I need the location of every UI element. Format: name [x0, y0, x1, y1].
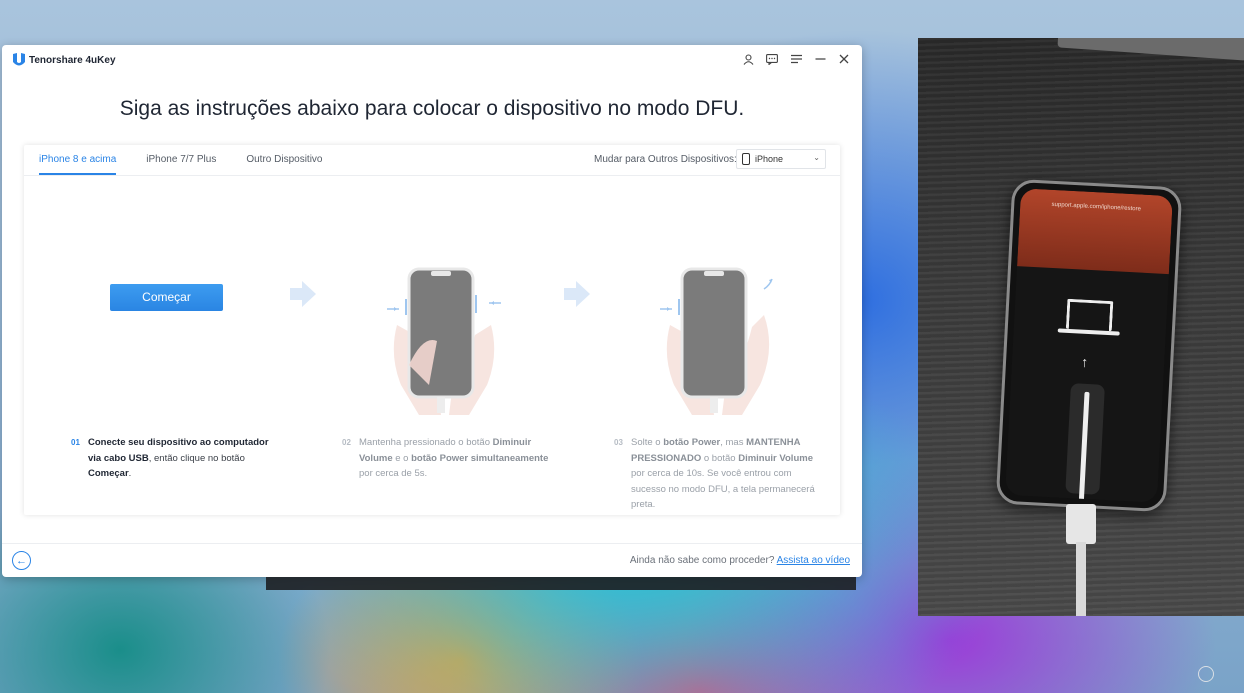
taskbar-strip: [266, 577, 856, 590]
back-button[interactable]: ←: [12, 551, 31, 570]
minimize-icon[interactable]: [812, 51, 828, 67]
user-icon[interactable]: [740, 51, 756, 67]
step-number: 02: [342, 438, 351, 447]
window-controls: [740, 51, 852, 67]
chat-icon[interactable]: [764, 51, 780, 67]
tenorshare-logo-icon: [13, 53, 25, 66]
page-title: Siga as instruções abaixo para colocar o…: [119, 97, 745, 120]
camera-phone: support.apple.com/iphone/restore ↑: [995, 178, 1183, 513]
close-icon[interactable]: [836, 51, 852, 67]
step-1-body: Conecte seu dispositivo ao computador vi…: [88, 437, 269, 479]
step-text-run: e o: [392, 452, 412, 464]
step-text-run: , então clique no botão: [148, 452, 245, 464]
step-text-run: por cerca de 5s.: [359, 468, 428, 479]
phone-release-illustration: [660, 267, 773, 415]
camera-phone-screen: support.apple.com/iphone/restore ↑: [1005, 188, 1173, 503]
step-text-run: .: [128, 468, 132, 479]
app-window: Tenorshare 4uKey Siga as instruções abai…: [2, 45, 862, 577]
menu-icon[interactable]: [788, 51, 804, 67]
footer-divider: [2, 543, 862, 544]
step-text-run: Solte o: [631, 437, 664, 448]
lightning-connector: [1066, 504, 1096, 544]
tab-iphone-7[interactable]: iPhone 7/7 Plus: [146, 145, 216, 175]
step-text-run: por cerca de 10s. Se você entrou com suc…: [631, 468, 815, 510]
phone-buttons-illustration: [387, 267, 501, 415]
arrow-left-icon: ←: [16, 554, 27, 567]
instruction-panel: iPhone 8 e acima iPhone 7/7 Plus Outro D…: [24, 145, 840, 515]
step-2-text: 02 Mantenha pressionado o botão Diminuir…: [342, 435, 554, 482]
device-select[interactable]: iPhone ⌄: [736, 149, 826, 169]
switch-device-label: Mudar para Outros Dispositivos:: [594, 154, 737, 165]
step-3-body: Solte o botão Power, mas MANTENHA PRESSI…: [631, 437, 815, 510]
device-select-value: iPhone: [755, 154, 784, 164]
help-footer: Ainda não sabe como proceder? Assista ao…: [630, 555, 850, 566]
step-text-run: Mantenha pressionado o botão: [359, 437, 493, 448]
watch-video-link[interactable]: Assista ao vídeo: [777, 555, 850, 566]
start-button[interactable]: Começar: [110, 284, 223, 311]
step-text-run: botão Power: [663, 437, 721, 448]
device-tabs: iPhone 8 e acima iPhone 7/7 Plus Outro D…: [39, 145, 322, 175]
step-2-body: Mantenha pressionado o botão Diminuir Vo…: [359, 437, 548, 479]
laptop-icon: [1065, 298, 1114, 332]
tab-other-device[interactable]: Outro Dispositivo: [246, 145, 322, 175]
step-1-text: 01 Conecte seu dispositivo ao computador…: [71, 435, 278, 482]
camera-feed: support.apple.com/iphone/restore ↑: [918, 38, 1244, 616]
step-text-run: , mas: [720, 437, 747, 448]
watermark-icon: [1198, 666, 1214, 682]
step-text-run: o botão: [701, 452, 739, 464]
app-title: Tenorshare 4uKey: [29, 55, 116, 66]
step-3-text: 03 Solte o botão Power, mas MANTENHA PRE…: [614, 435, 821, 513]
help-text: Ainda não sabe como proceder?: [629, 555, 775, 566]
arrow-up-icon: ↑: [1080, 353, 1089, 370]
step-text-run: Começar: [88, 468, 129, 479]
usb-cord: [1076, 542, 1086, 616]
step-number: 03: [614, 438, 623, 447]
restore-screen-banner: support.apple.com/iphone/restore: [1017, 188, 1173, 275]
restore-url: support.apple.com/iphone/restore: [1051, 201, 1142, 213]
title-bar[interactable]: Tenorshare 4uKey: [2, 45, 862, 75]
step-text-run: Diminuir Volume: [738, 452, 813, 464]
chevron-down-icon: ⌄: [813, 153, 820, 162]
tab-iphone-8-and-above[interactable]: iPhone 8 e acima: [39, 145, 117, 175]
arrow-right-icon: [290, 281, 316, 307]
phone-icon: [742, 153, 750, 165]
desk-object: [1057, 38, 1244, 61]
step-number: 01: [71, 438, 80, 447]
tab-divider: [24, 175, 840, 176]
step-text-run: botão Power simultaneamente: [411, 452, 549, 464]
arrow-right-icon: [564, 281, 590, 307]
